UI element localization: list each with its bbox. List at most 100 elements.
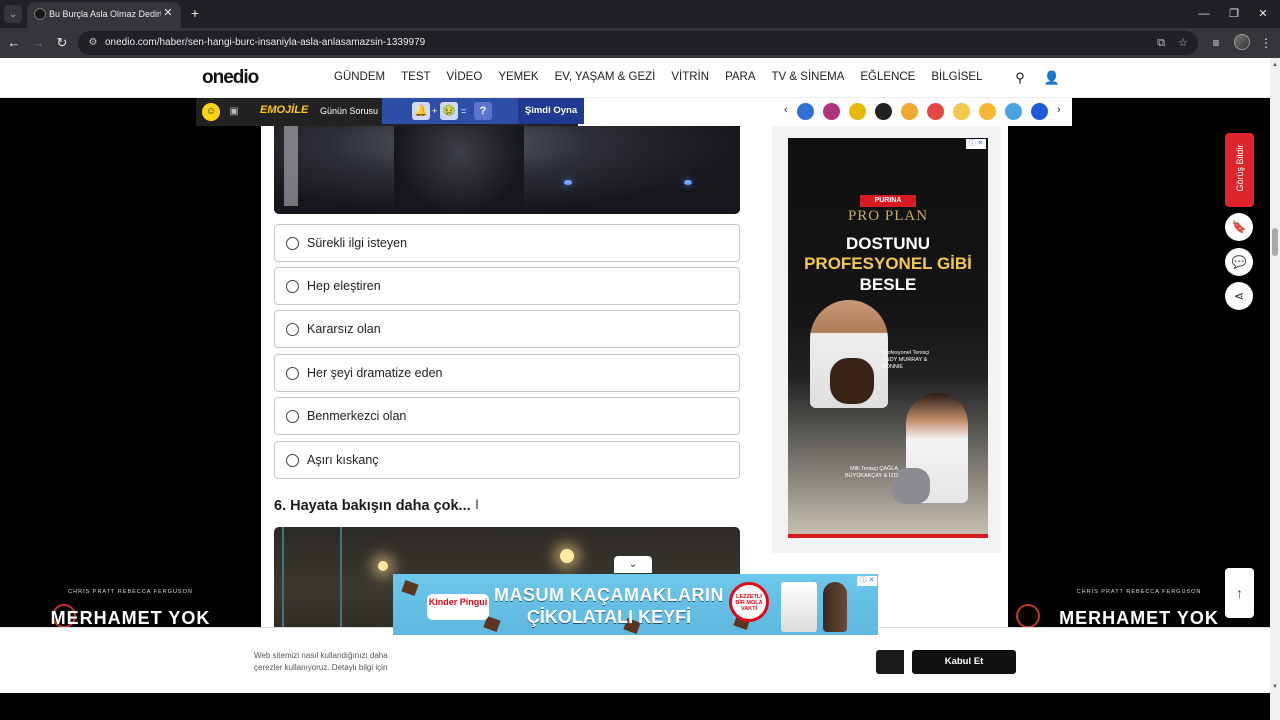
nav-item-gundem[interactable]: GÜNDEM <box>334 71 385 83</box>
scroll-up-icon[interactable]: ▲ <box>1272 62 1278 68</box>
daily-question-label: Günün Sorusu <box>320 106 379 116</box>
question-title: 6. Hayata bakışın daha çok... <box>274 498 471 514</box>
accept-cookies-button[interactable]: Kabul Et <box>912 650 1016 674</box>
ad-headline-1: DOSTUNU <box>845 234 931 253</box>
search-icon[interactable]: ⚲ <box>1011 69 1029 87</box>
answer-option-1[interactable]: Sürekli ilgi isteyen <box>274 224 740 262</box>
tab-search-icon[interactable]: ⌄ <box>4 5 22 23</box>
option-label: Hep eleştiren <box>307 279 381 293</box>
skin-ad-left[interactable]: CHRIS PRATT REBECCA FERGUSON MERHAMET YO… <box>0 586 261 628</box>
scrollbar-thumb[interactable] <box>1272 228 1278 256</box>
restore-icon[interactable]: ❐ <box>1225 5 1243 23</box>
comments-icon[interactable]: 💬 <box>1225 248 1253 276</box>
radio-button[interactable] <box>286 237 299 250</box>
bookmark-star-icon[interactable]: ☆ <box>1176 36 1190 50</box>
forward-icon[interactable]: → <box>29 34 47 52</box>
more-dots-icon[interactable]: ● ● <box>591 104 596 120</box>
radio-button[interactable] <box>286 367 299 380</box>
media-control-icon[interactable]: ≡ <box>1207 34 1225 52</box>
new-tab-icon[interactable]: + <box>187 5 203 21</box>
option-label: Her şeyi dramatize eden <box>307 366 443 380</box>
page-scrollbar[interactable] <box>1270 58 1280 720</box>
games-strip: ☺ ▣ EMOJİLE Günün Sorusu 🔔 + 🤢 = ? Şimdi… <box>196 98 1072 126</box>
radio-button[interactable] <box>286 454 299 467</box>
nav-item-eglence[interactable]: EĞLENCE <box>860 71 915 83</box>
answer-option-2[interactable]: Hep eleştiren <box>274 267 740 305</box>
nav-item-para[interactable]: PARA <box>725 71 755 83</box>
collapse-ad-icon[interactable]: ⌄ <box>614 556 652 573</box>
category-icon-6[interactable] <box>927 103 944 120</box>
category-icon-3[interactable] <box>849 103 866 120</box>
radio-button[interactable] <box>286 280 299 293</box>
carousel-next-icon[interactable]: › <box>1057 104 1061 116</box>
category-icon-4[interactable] <box>875 103 892 120</box>
bookmark-icon[interactable]: 🔖 <box>1225 213 1253 241</box>
category-icon-9[interactable] <box>1005 103 1022 120</box>
browser-tab-active[interactable]: Bu Burçla Asla Olmaz Dedirten ✕ <box>27 2 181 28</box>
site-info-icon[interactable]: ⚙ <box>86 36 100 50</box>
category-icon-5[interactable] <box>901 103 918 120</box>
category-icon-8[interactable] <box>979 103 996 120</box>
carousel-prev-icon[interactable]: ‹ <box>784 104 788 116</box>
profile-avatar[interactable] <box>1234 34 1250 50</box>
site-header: onedio GÜNDEM TEST VİDEO YEMEK EV, YAŞAM… <box>0 58 1270 98</box>
reload-icon[interactable]: ↻ <box>53 34 71 52</box>
answer-box: ? <box>474 102 492 120</box>
feedback-button[interactable]: Görüş Bildir <box>1225 133 1254 207</box>
adchoices-icon[interactable]: ⓘ ✕ <box>857 576 877 586</box>
ad-clock-badge: LEZZETLİ BİR MOLA VAKTİ <box>729 582 769 622</box>
cookie-settings-button[interactable] <box>876 650 904 674</box>
browser-toolbar: ← → ↻ ⚙ onedio.com/haber/sen-hangi-burc-… <box>0 28 1280 58</box>
answer-option-5[interactable]: Benmerkezci olan <box>274 397 740 435</box>
user-icon[interactable]: 👤 <box>1043 69 1061 87</box>
url-text: onedio.com/haber/sen-hangi-burc-insaniyl… <box>105 37 426 48</box>
games-grid-icon[interactable]: ▣ <box>225 103 243 121</box>
radio-button[interactable] <box>286 323 299 336</box>
cookie-consent-bar: Web sitemizi nasıl kullandığınızı daha ç… <box>0 627 1270 693</box>
game-face-icon[interactable]: ☺ <box>202 103 220 121</box>
nav-item-yemek[interactable]: YEMEK <box>498 71 538 83</box>
address-bar[interactable]: ⚙ onedio.com/haber/sen-hangi-burc-insani… <box>78 31 1198 55</box>
kinder-bottom-ad[interactable]: Kinder Pingui MASUM KAÇAMAKLARIN ÇİKOLAT… <box>393 574 878 635</box>
question-image <box>274 126 740 214</box>
nav-item-ev-yasam-gezi[interactable]: EV, YAŞAM & GEZİ <box>555 71 656 83</box>
nav-item-tv-sinema[interactable]: TV & SİNEMA <box>772 71 845 83</box>
nav-item-test[interactable]: TEST <box>401 71 430 83</box>
share-icon[interactable]: ⋖ <box>1225 282 1253 310</box>
category-icon-2[interactable] <box>823 103 840 120</box>
proplan-logo: PRO PLAN <box>847 208 929 224</box>
category-icon-7[interactable] <box>953 103 970 120</box>
option-label: Kararsız olan <box>307 322 381 336</box>
scroll-to-top-icon[interactable]: ↑ <box>1225 568 1254 618</box>
ad-dog-image <box>830 358 874 404</box>
category-icon-1[interactable] <box>797 103 814 120</box>
adchoices-icon[interactable]: ⓘ ✕ <box>966 139 986 149</box>
category-icon-10[interactable] <box>1031 103 1048 120</box>
ad-headline-2: PROFESYONEL GİBİ <box>804 254 972 273</box>
answer-option-3[interactable]: Kararsız olan <box>274 310 740 348</box>
close-window-icon[interactable]: ✕ <box>1254 5 1272 23</box>
site-logo[interactable]: onedio <box>202 67 259 89</box>
tab-close-icon[interactable]: ✕ <box>161 6 175 20</box>
browser-tabstrip: ⌄ Bu Burçla Asla Olmaz Dedirten ✕ + — ❐ … <box>0 0 1280 28</box>
minimize-icon[interactable]: — <box>1195 5 1213 23</box>
emoji-puzzle[interactable]: 🔔 + 🤢 = ? <box>382 98 518 124</box>
ad-caption-2: Milli Tenisçi ÇAĞLA BÜYÜKAKÇAY & İZO <box>845 466 898 479</box>
install-app-icon[interactable]: ⧉ <box>1154 36 1168 50</box>
answer-option-6[interactable]: Aşırı kıskanç <box>274 441 740 479</box>
browser-menu-icon[interactable]: ⋮ <box>1257 34 1275 52</box>
scroll-down-icon[interactable]: ▼ <box>1272 684 1278 690</box>
back-icon[interactable]: ← <box>5 34 23 52</box>
answer-option-4[interactable]: Her şeyi dramatize eden <box>274 354 740 392</box>
purina-ad[interactable]: ⓘ ✕ PURINA PRO PLAN DOSTUNU PROFESYONEL … <box>788 138 988 538</box>
radio-button[interactable] <box>286 410 299 423</box>
nav-item-video[interactable]: VİDEO <box>447 71 483 83</box>
ad-product-image <box>781 582 817 632</box>
cookie-text: Web sitemizi nasıl kullandığınızı daha ç… <box>254 651 388 672</box>
main-nav: GÜNDEM TEST VİDEO YEMEK EV, YAŞAM & GEZİ… <box>334 71 999 83</box>
play-now-button[interactable]: Şimdi Oyna <box>518 98 584 124</box>
nav-item-vitrin[interactable]: VİTRİN <box>671 71 709 83</box>
option-label: Sürekli ilgi isteyen <box>307 236 408 250</box>
nav-item-bilgisel[interactable]: BİLGİSEL <box>931 71 982 83</box>
emojile-game-bar[interactable]: ☺ ▣ EMOJİLE Günün Sorusu 🔔 + 🤢 = ? Şimdi… <box>196 98 596 126</box>
